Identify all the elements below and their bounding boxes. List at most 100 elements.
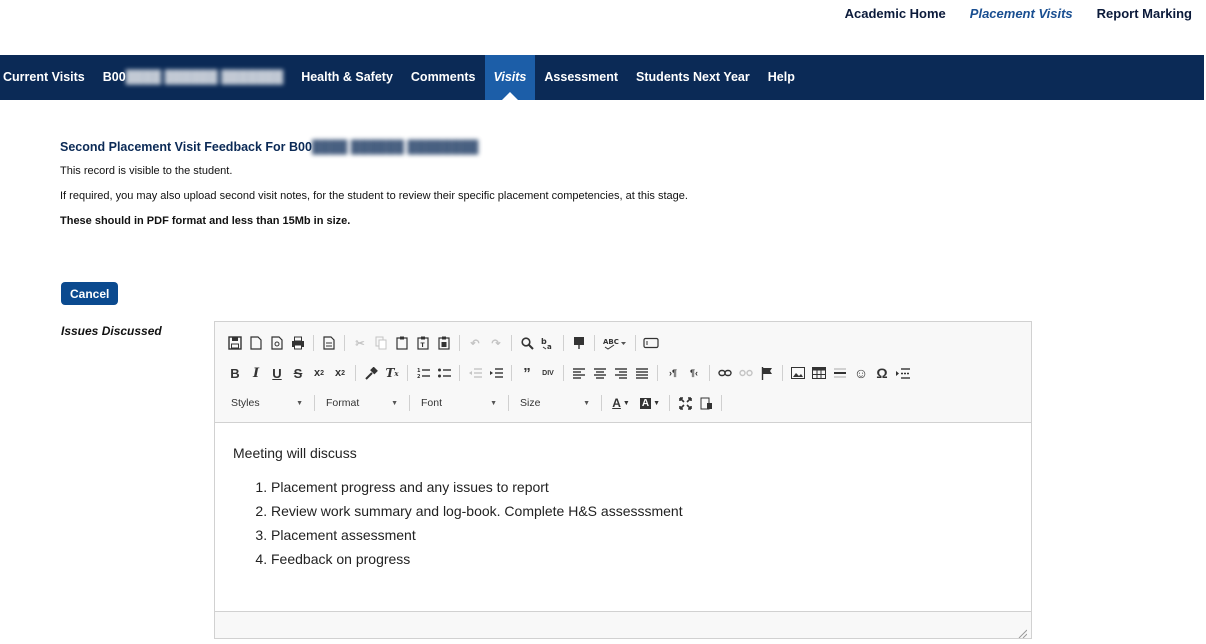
div-container-icon[interactable]: DIV: [540, 365, 556, 381]
bold-icon[interactable]: B: [227, 365, 243, 381]
templates-icon[interactable]: [321, 335, 337, 351]
select-all-icon[interactable]: [571, 335, 587, 351]
format-dropdown[interactable]: Format ▼: [322, 394, 402, 412]
copy-icon[interactable]: [373, 335, 389, 351]
table-icon[interactable]: [811, 365, 827, 381]
show-blocks-icon[interactable]: [698, 395, 714, 411]
toolbar-separator: [407, 365, 408, 381]
editor-content-area[interactable]: Meeting will discuss Placement progress …: [215, 423, 1031, 611]
svg-text:ABC: ABC: [603, 338, 619, 346]
text-color-icon[interactable]: A ▼: [609, 395, 633, 411]
replace-icon[interactable]: ba: [540, 335, 556, 351]
editor-statusbar: [215, 611, 1031, 639]
styles-dropdown[interactable]: Styles ▼: [227, 394, 307, 412]
nav-current-visits[interactable]: Current Visits: [0, 55, 94, 100]
unlink-icon[interactable]: [738, 365, 754, 381]
outdent-icon[interactable]: [467, 365, 483, 381]
anchor-flag-icon[interactable]: [759, 365, 775, 381]
nav-comments[interactable]: Comments: [402, 55, 485, 100]
copy-format-icon[interactable]: [363, 365, 379, 381]
cancel-button[interactable]: Cancel: [61, 282, 119, 305]
editor-toolbar: ✂ T ↶ ↷ ba ABC B I U S x2 x2 T x 1 2 ” D…: [215, 322, 1031, 423]
nav-health-safety[interactable]: Health & Safety: [292, 55, 402, 100]
top-links: Academic Home Placement Visits Report Ma…: [845, 6, 1192, 21]
nav-visits[interactable]: Visits: [484, 55, 536, 100]
spellcheck-icon[interactable]: ABC: [602, 335, 628, 351]
align-right-icon[interactable]: [613, 365, 629, 381]
toolbar-separator: [511, 335, 512, 351]
paste-icon[interactable]: [394, 335, 410, 351]
subscript-icon[interactable]: x2: [311, 365, 327, 381]
strikethrough-icon[interactable]: S: [290, 365, 306, 381]
chevron-down-icon: ▼: [296, 399, 303, 407]
list-item: Placement assessment: [271, 523, 1013, 547]
image-icon[interactable]: [790, 365, 806, 381]
styles-label: Styles: [231, 397, 260, 409]
page-break-icon[interactable]: [895, 365, 911, 381]
toolbar-row-1: ✂ T ↶ ↷ ba ABC: [227, 328, 1021, 358]
nav-student-id: B00: [102, 70, 126, 84]
find-icon[interactable]: [519, 335, 535, 351]
redo-icon[interactable]: ↷: [488, 335, 504, 351]
preview-icon[interactable]: [269, 335, 285, 351]
page-content: Second Placement Visit Feedback For B00█…: [60, 140, 1160, 227]
remove-format-icon[interactable]: Tx: [384, 365, 400, 381]
toolbar-separator: [594, 335, 595, 351]
save-icon[interactable]: [227, 335, 243, 351]
upload-note: If required, you may also upload second …: [60, 190, 688, 202]
toolbar-separator: [657, 365, 658, 381]
toolbar-separator: [314, 395, 315, 411]
toolbar-separator: [508, 395, 509, 411]
rtl-icon[interactable]: ¶‹: [686, 365, 702, 381]
align-center-icon[interactable]: [592, 365, 608, 381]
link-placement-visits[interactable]: Placement Visits: [970, 6, 1073, 21]
nav-help[interactable]: Help: [759, 55, 804, 100]
svg-text:2: 2: [417, 374, 421, 379]
italic-icon[interactable]: I: [248, 365, 264, 381]
paste-text-icon[interactable]: T: [415, 335, 431, 351]
ltr-icon[interactable]: ›¶: [665, 365, 681, 381]
horizontal-rule-icon[interactable]: [832, 365, 848, 381]
toolbar-separator: [563, 365, 564, 381]
print-icon[interactable]: [290, 335, 306, 351]
resize-handle-icon[interactable]: [1017, 625, 1028, 639]
format-label: Format: [326, 397, 360, 409]
indent-icon[interactable]: [488, 365, 504, 381]
form-field-icon[interactable]: [643, 335, 659, 351]
list-item: Review work summary and log-book. Comple…: [271, 499, 1013, 523]
underline-icon[interactable]: U: [269, 365, 285, 381]
bulleted-list-icon[interactable]: [436, 365, 452, 381]
link-academic-home[interactable]: Academic Home: [845, 6, 946, 21]
superscript-icon[interactable]: x2: [332, 365, 348, 381]
font-label: Font: [421, 397, 443, 409]
undo-icon[interactable]: ↶: [467, 335, 483, 351]
blockquote-icon[interactable]: ”: [519, 365, 535, 382]
special-char-icon[interactable]: Ω: [874, 365, 890, 381]
background-color-icon[interactable]: A ▼: [638, 395, 662, 411]
toolbar-separator: [459, 365, 460, 381]
font-dropdown[interactable]: Font ▼: [417, 394, 501, 412]
toolbar-separator: [344, 335, 345, 351]
align-left-icon[interactable]: [571, 365, 587, 381]
smiley-icon[interactable]: ☺: [853, 365, 869, 381]
toolbar-separator: [635, 335, 636, 351]
toolbar-separator: [355, 365, 356, 381]
link-icon[interactable]: [717, 365, 733, 381]
nav-student[interactable]: B00████ ██████ ███████: [94, 55, 292, 100]
new-page-icon[interactable]: [248, 335, 264, 351]
visibility-note: This record is visible to the student.: [60, 165, 233, 177]
size-dropdown[interactable]: Size ▼: [516, 394, 594, 412]
page-title-text: Second Placement Visit Feedback For B00: [60, 140, 312, 154]
numbered-list-icon[interactable]: 12: [415, 365, 431, 381]
nav-assessment[interactable]: Assessment: [535, 55, 627, 100]
cut-icon[interactable]: ✂: [352, 335, 368, 351]
maximize-icon[interactable]: [677, 395, 693, 411]
justify-icon[interactable]: [634, 365, 650, 381]
paste-word-icon[interactable]: [436, 335, 452, 351]
nav-students-next-year[interactable]: Students Next Year: [627, 55, 759, 100]
list-item: Feedback on progress: [271, 547, 1013, 571]
redacted-student-name: ████ ██████ ████████: [311, 140, 479, 154]
format-note: These should in PDF format and less than…: [60, 215, 351, 227]
link-report-marking[interactable]: Report Marking: [1097, 6, 1192, 21]
list-item: Placement progress and any issues to rep…: [271, 475, 1013, 499]
